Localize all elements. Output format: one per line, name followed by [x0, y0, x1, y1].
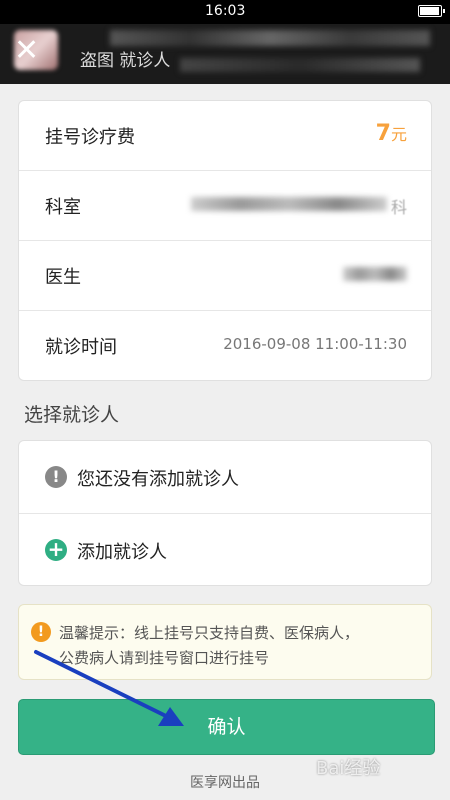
- department-label: 科室: [45, 197, 81, 218]
- department-row: 科室 科: [19, 171, 431, 241]
- plus-icon[interactable]: +: [45, 539, 67, 561]
- notice-line-1: 温馨提示：线上挂号只支持自费、医保病人，: [59, 624, 360, 642]
- page-title: 盗图 就诊人: [80, 51, 171, 71]
- battery-icon: [418, 5, 445, 17]
- warning-icon: !: [31, 622, 51, 642]
- blurred-notification-2: [180, 58, 420, 72]
- department-value-tail: 科: [390, 198, 407, 217]
- fee-label: 挂号诊疗费: [45, 127, 135, 148]
- patient-card: ! 您还没有添加就诊人 + 添加就诊人: [18, 440, 432, 586]
- status-time: 16:03: [205, 3, 246, 19]
- app-header: ✕ 盗图 就诊人: [0, 24, 450, 84]
- notice-line-2: 公费病人请到挂号窗口进行挂号: [59, 649, 270, 667]
- exclamation-icon: !: [45, 466, 67, 488]
- add-patient-row[interactable]: + 添加就诊人: [19, 514, 431, 587]
- fee-row: 挂号诊疗费 7元: [19, 101, 431, 171]
- select-patient-heading: 选择就诊人: [24, 404, 120, 426]
- doctor-row: 医生: [19, 241, 431, 311]
- doctor-value-blurred: [343, 267, 407, 281]
- add-patient-label[interactable]: 添加就诊人: [77, 538, 167, 564]
- doctor-label: 医生: [45, 267, 81, 288]
- appointment-details-card: 挂号诊疗费 7元 科室 科 医生 就诊时间 2016-09-08 11:00-1…: [18, 100, 432, 381]
- visit-time-row: 就诊时间 2016-09-08 11:00-11:30: [19, 311, 431, 381]
- notice-box: ! 温馨提示：线上挂号只支持自费、医保病人， 公费病人请到挂号窗口进行挂号: [18, 604, 432, 680]
- visit-time-label: 就诊时间: [45, 337, 117, 358]
- status-bar: 16:03: [0, 0, 450, 24]
- visit-time-value: 2016-09-08 11:00-11:30: [223, 335, 407, 353]
- department-value-blurred: [191, 197, 387, 211]
- footer-credit: 医享网出品: [190, 775, 260, 791]
- close-x-icon[interactable]: ✕: [14, 36, 39, 66]
- blurred-notification: [110, 30, 430, 46]
- confirm-button[interactable]: 确认: [18, 699, 435, 755]
- watermark: Bai经验: [316, 758, 381, 779]
- no-patient-message: 您还没有添加就诊人: [77, 469, 239, 490]
- fee-value: 7元: [375, 121, 407, 146]
- no-patient-row: ! 您还没有添加就诊人: [19, 441, 431, 514]
